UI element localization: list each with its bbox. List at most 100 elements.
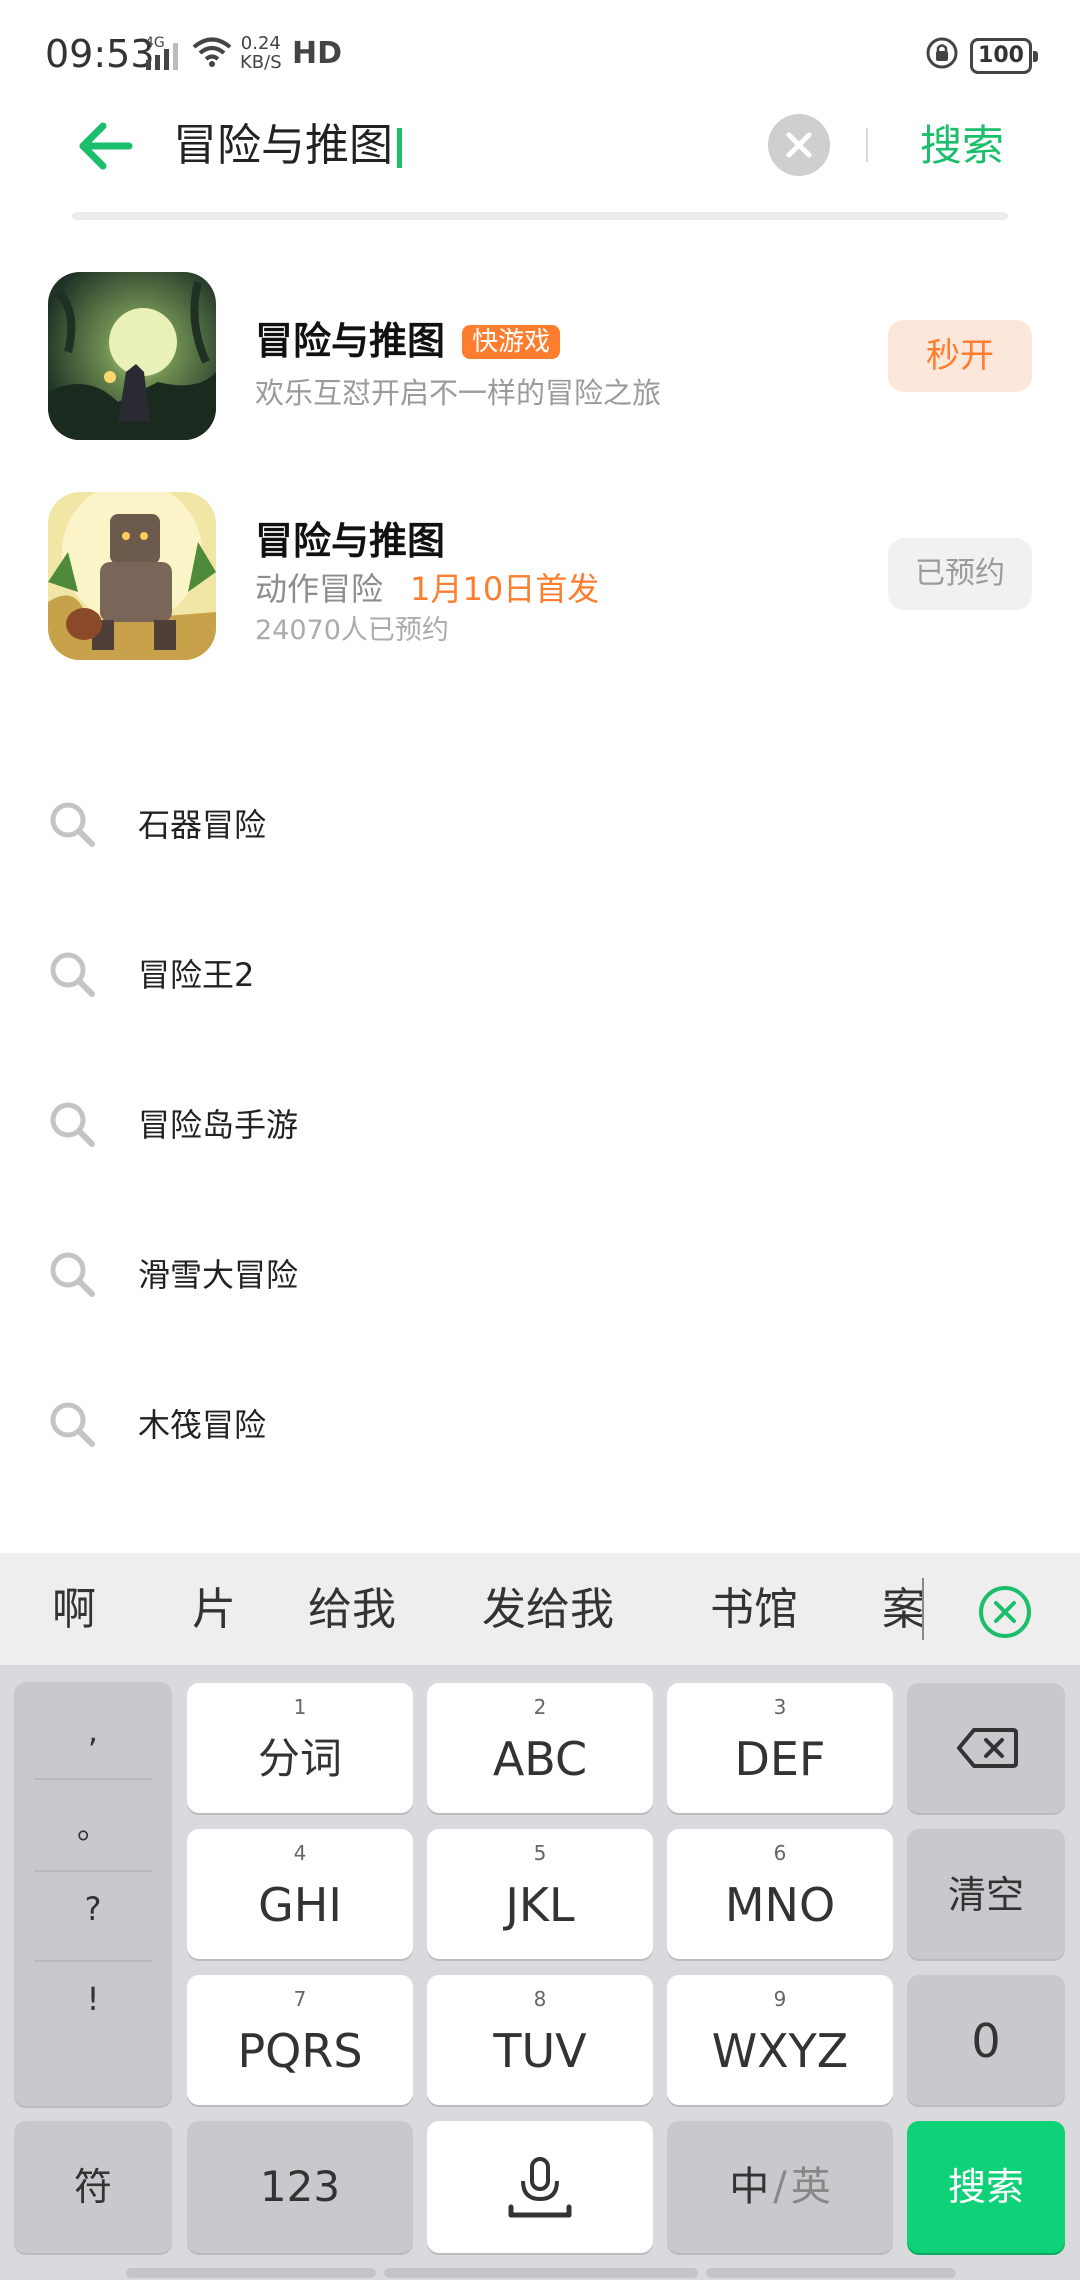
key-label: GHI xyxy=(258,1878,342,1932)
search-icon xyxy=(50,1252,95,1297)
key-label: WXYZ xyxy=(711,2024,849,2078)
candidate-scroll-edge xyxy=(922,1578,924,1640)
punctuation-column[interactable]: , 。 ? ! xyxy=(14,1682,172,2106)
punct-period[interactable]: 。 xyxy=(14,1802,172,1848)
key-7[interactable]: 7 PQRS xyxy=(187,1975,413,2105)
search-button[interactable]: 搜索 xyxy=(920,118,1004,174)
language-label: 中 / 英 xyxy=(667,2159,893,2215)
search-input[interactable]: 冒险与推图 xyxy=(173,118,402,174)
text-cursor xyxy=(397,128,402,168)
close-candidates-icon[interactable] xyxy=(977,1584,1033,1640)
key-label: 123 xyxy=(259,2162,341,2211)
key-5[interactable]: 5 JKL xyxy=(427,1829,653,1959)
status-bar: 09:53 4G 0.24 KB/S HD 100 xyxy=(0,0,1080,110)
rotation-lock-icon xyxy=(926,37,958,69)
search-underline xyxy=(72,212,1008,220)
key-number: 4 xyxy=(293,1841,307,1865)
suggestion-item[interactable]: 石器冒险 xyxy=(0,776,1080,876)
app-icon xyxy=(48,272,216,440)
key-label: 符 xyxy=(73,2165,112,2209)
release-date: 1月10日首发 xyxy=(410,570,600,608)
clear-search-button[interactable] xyxy=(768,114,830,176)
candidate-word[interactable]: 给我 xyxy=(308,1578,396,1642)
key-label: PQRS xyxy=(237,2024,363,2078)
suggestion-item[interactable]: 木筏冒险 xyxy=(0,1376,1080,1476)
symbol-key[interactable]: 符 xyxy=(14,2121,172,2253)
app-category: 动作冒险 xyxy=(255,570,384,608)
back-arrow-icon[interactable] xyxy=(75,118,135,174)
punct-comma[interactable]: , xyxy=(14,1712,172,1750)
close-icon xyxy=(786,132,812,158)
key-number: 7 xyxy=(293,1987,307,2011)
key-label: 清空 xyxy=(947,1873,1024,1917)
key-number: 5 xyxy=(533,1841,547,1865)
key-3[interactable]: 3 DEF xyxy=(667,1683,893,1813)
search-icon xyxy=(50,802,95,847)
candidate-word[interactable]: 发给我 xyxy=(482,1578,614,1642)
app-name: 冒险与推图 xyxy=(255,519,446,563)
key-label: ABC xyxy=(492,1732,588,1786)
divider xyxy=(34,1870,152,1872)
backspace-icon xyxy=(957,1728,1018,1768)
key-8[interactable]: 8 TUV xyxy=(427,1975,653,2105)
punct-question[interactable]: ? xyxy=(14,1890,172,1928)
reserved-button[interactable]: 已预约 xyxy=(888,538,1032,610)
network-speed: 0.24 KB/S xyxy=(240,34,282,72)
voice-key[interactable] xyxy=(427,2121,653,2253)
quick-game-badge: 快游戏 xyxy=(462,325,561,359)
key-number: 3 xyxy=(773,1695,787,1719)
search-icon xyxy=(50,952,95,997)
key-0[interactable]: 0 xyxy=(907,1975,1065,2105)
suggestion-item[interactable]: 冒险王2 xyxy=(0,926,1080,1026)
candidate-word[interactable]: 片 xyxy=(192,1578,236,1642)
key-label: TUV xyxy=(493,2024,587,2078)
clear-key[interactable]: 清空 xyxy=(907,1829,1065,1959)
numeric-key[interactable]: 123 xyxy=(187,2121,413,2253)
divider xyxy=(866,128,868,162)
suggestion-label: 滑雪大冒险 xyxy=(138,1256,299,1294)
status-time: 09:53 xyxy=(45,32,155,76)
candidate-word[interactable]: 书馆 xyxy=(710,1578,798,1642)
nav-indicator xyxy=(384,2268,698,2278)
nav-indicator xyxy=(706,2268,956,2278)
app-subtitle: 欢乐互怼开启不一样的冒险之旅 xyxy=(255,376,662,410)
reservation-count: 24070人已预约 xyxy=(255,615,449,646)
key-label: DEF xyxy=(734,1732,826,1786)
key-number: 9 xyxy=(773,1987,787,2011)
backspace-key[interactable] xyxy=(907,1683,1065,1813)
suggestion-item[interactable]: 滑雪大冒险 xyxy=(0,1226,1080,1326)
app-meta-row: 动作冒险 1月10日首发 xyxy=(255,564,599,610)
key-number: 6 xyxy=(773,1841,787,1865)
lang-en: 英 xyxy=(790,2164,831,2210)
instant-open-button[interactable]: 秒开 xyxy=(888,320,1032,392)
language-switch-key[interactable]: 中 / 英 xyxy=(667,2121,893,2253)
candidate-word[interactable]: 啊 xyxy=(52,1578,96,1642)
suggestion-label: 木筏冒险 xyxy=(138,1406,267,1444)
divider xyxy=(34,1778,152,1780)
battery-indicator: 100 xyxy=(970,38,1038,74)
key-label: JKL xyxy=(505,1878,575,1932)
key-number: 8 xyxy=(533,1987,547,2011)
key-label: 搜索 xyxy=(947,2165,1024,2209)
suggestion-item[interactable]: 冒险岛手游 xyxy=(0,1076,1080,1176)
key-number: 2 xyxy=(533,1695,547,1719)
key-9[interactable]: 9 WXYZ xyxy=(667,1975,893,2105)
hd-indicator: HD xyxy=(292,36,343,71)
keyboard-search-key[interactable]: 搜索 xyxy=(907,2121,1065,2253)
app-name: 冒险与推图 xyxy=(255,319,446,363)
key-4[interactable]: 4 GHI xyxy=(187,1829,413,1959)
key-1[interactable]: 1 分词 xyxy=(187,1683,413,1813)
speed-unit: KB/S xyxy=(240,52,282,73)
suggestion-label: 石器冒险 xyxy=(138,806,267,844)
nav-indicator xyxy=(126,2268,376,2278)
speed-value: 0.24 xyxy=(240,33,281,54)
key-label: 分词 xyxy=(257,1734,342,1783)
result-title-row: 冒险与推图 快游戏 xyxy=(255,310,561,365)
key-6[interactable]: 6 MNO xyxy=(667,1829,893,1959)
app-icon xyxy=(48,492,216,660)
key-number: 1 xyxy=(293,1695,307,1719)
candidate-word[interactable]: 案 xyxy=(882,1578,922,1642)
punct-exclaim[interactable]: ! xyxy=(14,1980,172,2018)
divider xyxy=(34,1960,152,1962)
key-2[interactable]: 2 ABC xyxy=(427,1683,653,1813)
